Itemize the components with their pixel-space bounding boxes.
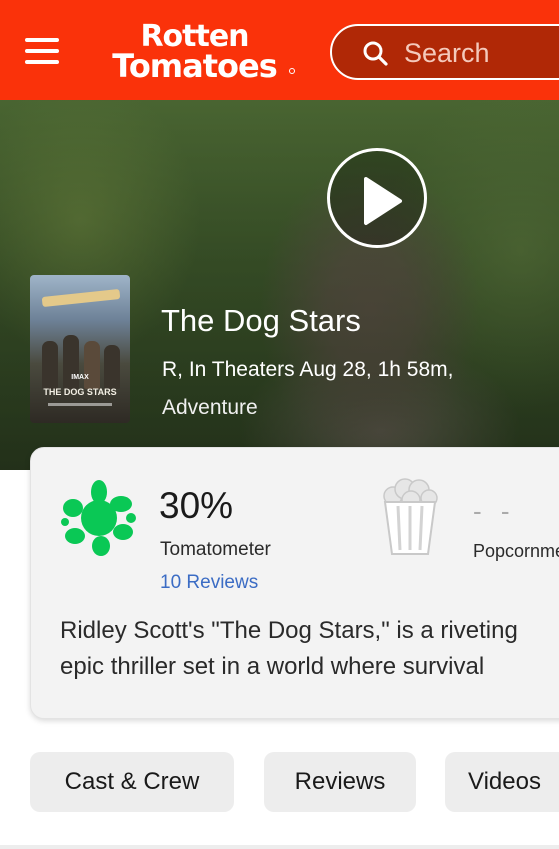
movie-poster[interactable]: IMAX THE DOG STARS: [30, 275, 130, 423]
synopsis-line: Ridley Scott's "The Dog Stars," is a riv…: [60, 617, 518, 644]
play-trailer-button[interactable]: [327, 148, 427, 248]
popcornmeter-score: - -: [473, 496, 516, 526]
popcornmeter-label: Popcornmeter: [473, 541, 559, 561]
divider: [0, 845, 559, 849]
page: Rotten Tomatoes Search IMAX THE DOG STAR…: [0, 0, 559, 849]
score-card: 30% Tomatometer 10 Reviews - - Popcornme…: [30, 447, 559, 719]
movie-meta-info: R, In Theaters Aug 28, 1h 58m,: [162, 358, 454, 381]
tomatometer-label: Tomatometer: [160, 539, 271, 560]
registered-mark: [289, 68, 295, 74]
rotten-tomatoes-logo[interactable]: Rotten Tomatoes: [92, 22, 297, 86]
top-nav-bar: Rotten Tomatoes Search: [0, 0, 559, 100]
tomatometer-score: 30%: [159, 485, 234, 526]
menu-icon[interactable]: [25, 38, 61, 66]
movie-title: The Dog Stars: [161, 303, 361, 338]
hero-banner: IMAX THE DOG STARS The Dog Stars R, In T…: [0, 100, 559, 470]
popcorn-bucket-icon: [383, 478, 438, 555]
poster-figure: [84, 341, 100, 389]
poster-figure: [42, 341, 58, 389]
search-placeholder: Search: [404, 38, 490, 68]
tab-videos[interactable]: Videos: [445, 752, 559, 812]
tab-cast-and-crew[interactable]: Cast & Crew: [30, 752, 234, 812]
poster-title-text: THE DOG STARS: [43, 387, 117, 397]
search-input[interactable]: Search: [330, 24, 559, 80]
poster-credits: [48, 403, 112, 406]
movie-genre: Adventure: [162, 396, 258, 419]
poster-figure: [104, 345, 120, 389]
poster-imax-text: IMAX: [71, 374, 89, 381]
tomatometer-reviews-link[interactable]: 10 Reviews: [160, 572, 258, 594]
synopsis-line: epic thriller set in a world where survi…: [60, 653, 485, 680]
poster-plane-art: [41, 288, 121, 308]
movie-synopsis[interactable]: Ridley Scott's "The Dog Stars," is a riv…: [60, 613, 559, 685]
search-icon: [363, 41, 388, 66]
green-splat-icon: [61, 480, 136, 556]
logo-line2: Tomatoes: [112, 47, 278, 85]
play-icon: [364, 177, 402, 225]
tab-reviews[interactable]: Reviews: [264, 752, 416, 812]
